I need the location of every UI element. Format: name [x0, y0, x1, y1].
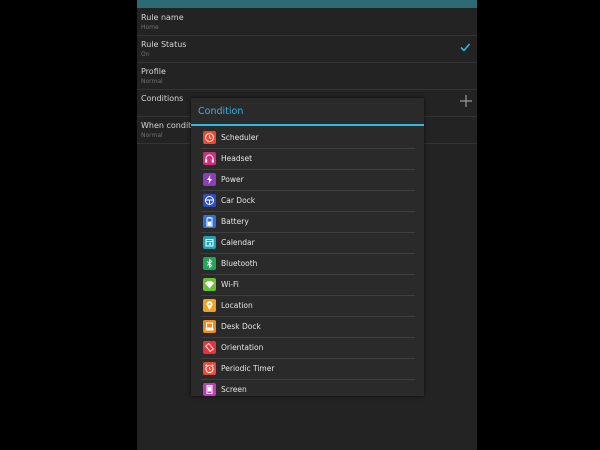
option-label: Calendar: [221, 238, 255, 247]
option-location[interactable]: Location: [201, 296, 415, 317]
option-label: Bluetooth: [221, 259, 258, 268]
option-label: Wi-Fi: [221, 280, 239, 289]
profile-value: Normal: [141, 78, 163, 85]
steering-wheel-icon: [203, 194, 216, 207]
option-orientation[interactable]: Orientation: [201, 338, 415, 359]
condition-dialog: Condition Scheduler Headset Power Car Do…: [191, 98, 424, 396]
option-scheduler[interactable]: Scheduler: [201, 128, 415, 149]
when-condition-value: Normal: [141, 132, 163, 139]
option-periodic-timer[interactable]: Periodic Timer: [201, 359, 415, 380]
option-screen[interactable]: Screen: [201, 380, 415, 400]
conditions-label: Conditions: [141, 94, 184, 103]
rule-status-row[interactable]: Rule Status On: [137, 36, 477, 63]
clock-icon: [203, 131, 216, 144]
headset-icon: [203, 152, 216, 165]
checkmark-icon[interactable]: [459, 41, 471, 53]
option-label: Power: [221, 175, 244, 184]
option-headset[interactable]: Headset: [201, 149, 415, 170]
bluetooth-icon: [203, 257, 216, 270]
option-label: Periodic Timer: [221, 364, 275, 373]
option-label: Orientation: [221, 343, 264, 352]
option-label: Scheduler: [221, 133, 259, 142]
option-calendar[interactable]: Calendar: [201, 233, 415, 254]
option-label: Location: [221, 301, 253, 310]
option-car-dock[interactable]: Car Dock: [201, 191, 415, 212]
orientation-icon: [203, 341, 216, 354]
rule-name-value: Home: [141, 24, 159, 31]
wifi-icon: [203, 278, 216, 291]
profile-row[interactable]: Profile Normal: [137, 63, 477, 90]
battery-icon: [203, 215, 216, 228]
dialog-title-divider: [191, 124, 424, 126]
option-battery[interactable]: Battery: [201, 212, 415, 233]
profile-label: Profile: [141, 67, 166, 76]
add-icon[interactable]: [459, 94, 473, 108]
option-wifi[interactable]: Wi-Fi: [201, 275, 415, 296]
option-label: Desk Dock: [221, 322, 261, 331]
desk-dock-icon: [203, 320, 216, 333]
rule-status-value: On: [141, 51, 150, 58]
location-pin-icon: [203, 299, 216, 312]
action-bar: [137, 0, 477, 8]
alarm-clock-icon: [203, 362, 216, 375]
option-power[interactable]: Power: [201, 170, 415, 191]
rule-status-label: Rule Status: [141, 40, 187, 49]
screen-icon: [203, 383, 216, 396]
dialog-title: Condition: [198, 106, 244, 117]
option-label: Headset: [221, 154, 253, 163]
rule-name-label: Rule name: [141, 13, 184, 22]
option-bluetooth[interactable]: Bluetooth: [201, 254, 415, 275]
option-label: Car Dock: [221, 196, 256, 205]
option-desk-dock[interactable]: Desk Dock: [201, 317, 415, 338]
power-bolt-icon: [203, 173, 216, 186]
option-label: Screen: [221, 385, 247, 394]
calendar-icon: [203, 236, 216, 249]
rule-name-row[interactable]: Rule name Home: [137, 9, 477, 36]
option-label: Battery: [221, 217, 249, 226]
